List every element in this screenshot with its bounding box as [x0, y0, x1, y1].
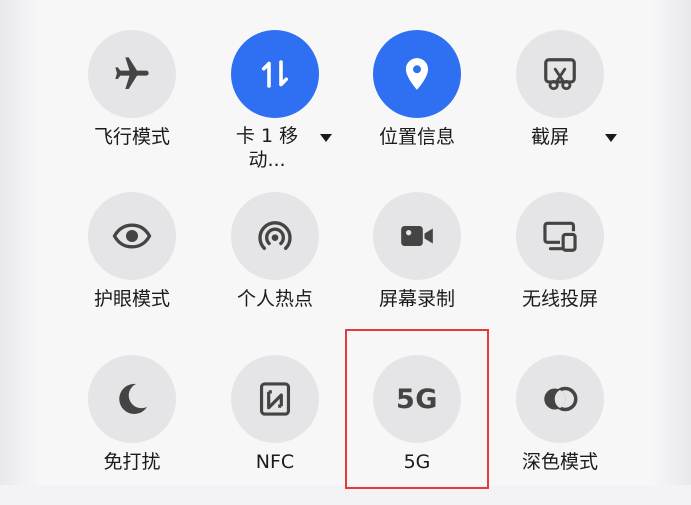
tile-do-not-disturb[interactable]: 免打扰 [57, 355, 207, 505]
eye-comfort-toggle[interactable] [88, 192, 176, 280]
wireless-projection-label: 无线投屏 [521, 288, 598, 310]
screen-record-button[interactable] [373, 192, 461, 280]
tile-wireless-projection[interactable]: 无线投屏 [485, 192, 635, 342]
location-label: 位置信息 [378, 126, 455, 148]
screenshot-button[interactable] [516, 30, 604, 118]
airplane-icon [115, 57, 149, 89]
nfc-toggle[interactable] [231, 355, 319, 443]
tile-nfc[interactable]: NFC [200, 355, 350, 505]
screen-record-label: 屏幕录制 [378, 288, 455, 310]
cast-screen-icon [543, 221, 577, 252]
eye-comfort-label: 护眼模式 [93, 288, 170, 310]
sim-data-label: 卡 1 移 动... [192, 124, 342, 172]
eye-icon [112, 223, 152, 249]
screenshot-scissors-icon [544, 58, 576, 91]
mobile-data-toggle[interactable] [231, 30, 319, 118]
tile-screen-record[interactable]: 屏幕录制 [342, 192, 492, 342]
wireless-projection-button[interactable] [516, 192, 604, 280]
tile-location[interactable]: 位置信息 [342, 30, 492, 180]
data-transfer-icon [261, 60, 289, 88]
tile-hotspot[interactable]: 个人热点 [200, 192, 350, 342]
5g-highlight-box [345, 329, 489, 489]
tile-airplane-mode[interactable]: 飞行模式 [57, 30, 207, 180]
dark-mode-icon [544, 386, 578, 412]
hotspot-toggle[interactable] [231, 192, 319, 280]
dark-mode-toggle[interactable] [516, 355, 604, 443]
do-not-disturb-label: 免打扰 [103, 451, 161, 473]
quick-settings-panel: 飞行模式 卡 1 移 动... 位置信息 截屏 护眼模式 个人热点 屏幕录制 无… [0, 0, 691, 489]
screenshot-dropdown-caret-icon[interactable] [605, 134, 617, 142]
moon-icon [119, 383, 148, 414]
tile-screenshot[interactable]: 截屏 [485, 30, 635, 180]
video-camera-icon [401, 226, 433, 246]
airplane-mode-label: 飞行模式 [93, 126, 170, 148]
hotspot-icon [258, 221, 292, 250]
sim-data-label-line2: 动... [248, 149, 286, 171]
nfc-label: NFC [255, 451, 295, 473]
location-toggle[interactable] [373, 30, 461, 118]
airplane-mode-toggle[interactable] [88, 30, 176, 118]
dark-mode-label: 深色模式 [521, 451, 598, 473]
sim-dropdown-caret-icon[interactable] [320, 134, 332, 142]
tile-eye-comfort[interactable]: 护眼模式 [57, 192, 207, 342]
tile-sim-data[interactable]: 卡 1 移 动... [200, 30, 350, 180]
screenshot-label: 截屏 [530, 126, 569, 148]
do-not-disturb-toggle[interactable] [88, 355, 176, 443]
location-pin-icon [405, 58, 429, 90]
hotspot-label: 个人热点 [236, 288, 313, 310]
tile-dark-mode[interactable]: 深色模式 [485, 355, 635, 505]
nfc-icon [259, 382, 291, 416]
